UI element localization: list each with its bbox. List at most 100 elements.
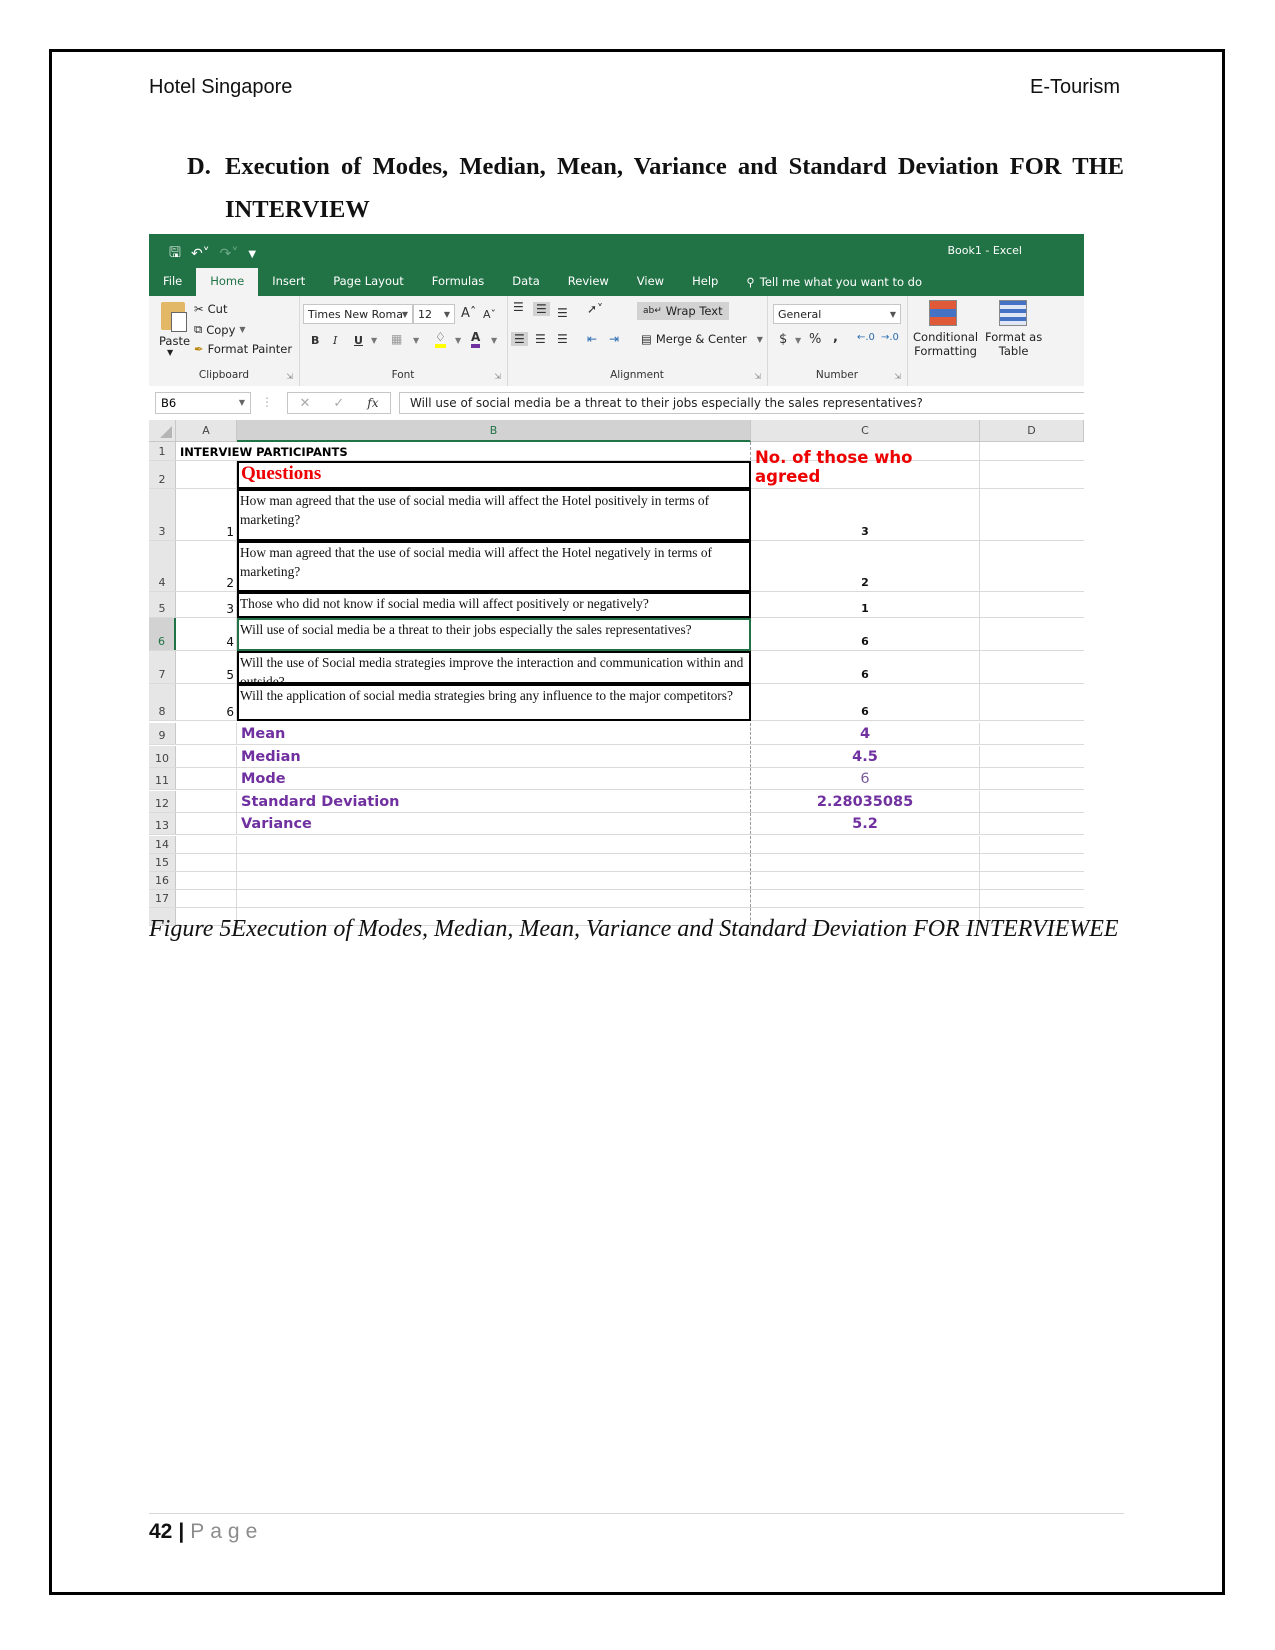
tab-data[interactable]: Data [498, 268, 553, 296]
cut-button[interactable]: ✂ Cut [194, 302, 227, 316]
clipboard-launcher-icon[interactable]: ⇲ [286, 372, 293, 381]
cell[interactable] [751, 835, 980, 853]
underline-button[interactable]: U [354, 334, 363, 347]
formula-input[interactable]: Will use of social media be a threat to … [399, 392, 1084, 414]
name-box[interactable]: B6 ▼ [155, 392, 251, 414]
stat-label-cell[interactable]: Mode [237, 768, 751, 789]
row-header[interactable]: 11 [149, 768, 176, 789]
number-format-select[interactable]: General ▼ [773, 304, 901, 324]
stat-value-cell[interactable]: 4.5 [751, 745, 980, 767]
agreed-value-cell[interactable]: 6 [751, 651, 980, 683]
row-header[interactable]: 3 [149, 489, 176, 540]
cell[interactable] [237, 889, 751, 907]
font-launcher-icon[interactable]: ⇲ [494, 372, 501, 381]
question-index-cell[interactable]: 3 [176, 592, 237, 617]
save-icon[interactable]: 🖫 [169, 242, 181, 266]
fill-color-icon[interactable]: ♢ [435, 330, 446, 348]
cell[interactable] [176, 889, 237, 907]
decrease-decimal-icon[interactable]: →.0 [881, 332, 899, 343]
paste-dropdown-icon[interactable]: ▼ [167, 348, 173, 357]
alignment-launcher-icon[interactable]: ⇲ [754, 372, 761, 381]
currency-button[interactable]: $ [779, 332, 787, 347]
stat-value-cell[interactable]: 4 [751, 723, 980, 744]
font-color-icon[interactable]: A [471, 330, 481, 348]
row-header[interactable]: 15 [149, 853, 176, 871]
middle-align-icon[interactable]: ☰ [533, 302, 550, 316]
enter-icon[interactable]: ✓ [333, 396, 344, 411]
align-center-icon[interactable]: ☰ [535, 332, 546, 346]
agreed-header-cell[interactable]: No. of those who agreed [751, 448, 980, 488]
wrap-text-button[interactable]: ab↵ Wrap Text [637, 302, 729, 320]
cell[interactable] [751, 853, 980, 871]
row-header[interactable]: 9 [149, 723, 176, 744]
paste-icon[interactable] [161, 302, 187, 332]
borders-dropdown-icon[interactable]: ▼ [413, 336, 419, 345]
percent-button[interactable]: % [809, 332, 821, 347]
stat-label-cell[interactable]: Median [237, 745, 751, 767]
tab-insert[interactable]: Insert [258, 268, 319, 296]
increase-decimal-icon[interactable]: ←.0 [857, 332, 875, 343]
tell-me-box[interactable]: ⚲ Tell me what you want to do [732, 268, 936, 296]
cell[interactable] [176, 813, 237, 834]
cell[interactable] [237, 442, 751, 460]
copy-button[interactable]: ⧉ Copy ▼ [194, 322, 246, 337]
row-header[interactable]: 13 [149, 813, 176, 834]
question-index-cell[interactable]: 1 [176, 489, 237, 540]
agreed-value-cell[interactable]: 3 [751, 489, 980, 540]
underline-dropdown-icon[interactable]: ▼ [371, 336, 377, 345]
cell[interactable] [176, 835, 237, 853]
tab-help[interactable]: Help [678, 268, 732, 296]
question-index-cell[interactable]: 4 [176, 618, 237, 650]
agreed-value-cell[interactable]: 2 [751, 541, 980, 591]
orientation-icon[interactable]: ➚˅ [587, 302, 603, 316]
stat-value-cell[interactable]: 6 [751, 768, 980, 789]
increase-indent-icon[interactable]: ⇥ [609, 332, 619, 346]
question-index-cell[interactable]: 6 [176, 684, 237, 720]
font-color-dropdown-icon[interactable]: ▼ [491, 336, 497, 345]
cell[interactable] [237, 871, 751, 889]
cell[interactable] [237, 835, 751, 853]
tab-file[interactable]: File [149, 268, 196, 296]
column-header-b[interactable]: B [237, 420, 751, 442]
decrease-font-icon[interactable]: Aˇ [483, 308, 496, 321]
stat-value-cell[interactable]: 2.28035085 [751, 790, 980, 812]
tab-formulas[interactable]: Formulas [418, 268, 499, 296]
cell[interactable] [176, 461, 237, 488]
row-header[interactable]: 14 [149, 835, 176, 853]
top-align-icon[interactable]: ☰ [513, 300, 524, 314]
row-header[interactable]: 8 [149, 684, 176, 720]
tab-view[interactable]: View [623, 268, 678, 296]
tab-page-layout[interactable]: Page Layout [319, 268, 418, 296]
cell[interactable] [176, 768, 237, 789]
conditional-formatting-button[interactable]: Conditional Formatting [913, 330, 978, 358]
fill-color-dropdown-icon[interactable]: ▼ [455, 336, 461, 345]
comma-button[interactable]: , [833, 330, 838, 345]
cell[interactable] [176, 853, 237, 871]
font-name-select[interactable]: Times New Roma ▼ [303, 304, 413, 324]
column-header-a[interactable]: A [176, 420, 237, 442]
row-header[interactable]: 7 [149, 651, 176, 683]
merge-center-button[interactable]: ▤ Merge & Center ▼ [641, 332, 763, 346]
customize-qat-icon[interactable]: ▼ [248, 249, 256, 260]
column-header-c[interactable]: C [751, 420, 980, 442]
stat-label-cell[interactable]: Variance [237, 813, 751, 834]
question-index-cell[interactable]: 2 [176, 541, 237, 591]
row-header[interactable]: 16 [149, 871, 176, 889]
stat-label-cell[interactable]: Standard Deviation [237, 790, 751, 812]
cell[interactable] [176, 745, 237, 767]
row-header[interactable]: 4 [149, 541, 176, 591]
row-header[interactable]: 5 [149, 592, 176, 617]
paste-button[interactable]: Paste [159, 334, 190, 348]
row-header[interactable]: 12 [149, 790, 176, 812]
italic-button[interactable]: I [333, 334, 337, 347]
agreed-value-cell[interactable]: 6 [751, 684, 980, 720]
cell[interactable] [751, 871, 980, 889]
stat-value-cell[interactable]: 5.2 [751, 813, 980, 834]
tab-review[interactable]: Review [554, 268, 623, 296]
redo-icon[interactable]: ↷˅ [220, 246, 239, 262]
select-all-button[interactable] [149, 420, 176, 442]
insert-function-icon[interactable]: fx [367, 396, 378, 410]
increase-font-icon[interactable]: Aˆ [461, 306, 476, 321]
currency-dropdown-icon[interactable]: ▼ [795, 336, 801, 345]
row-header[interactable]: 10 [149, 745, 176, 767]
